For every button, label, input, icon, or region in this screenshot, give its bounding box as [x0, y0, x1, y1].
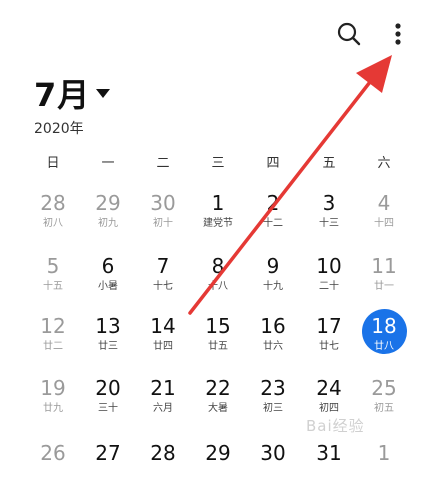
day-number: 5 [46, 254, 60, 278]
day-cell[interactable]: 23 初三 [246, 370, 300, 424]
day-number: 3 [322, 191, 336, 215]
day-number: 14 [150, 314, 176, 338]
day-number: 16 [260, 314, 286, 338]
day-cell[interactable]: 26 [26, 435, 80, 489]
day-cell[interactable]: 17 廿七 [302, 308, 356, 362]
lunar-date: 大暑 [208, 403, 228, 414]
day-cell[interactable]: 15 廿五 [191, 308, 245, 362]
day-cell[interactable]: 30 [246, 435, 300, 489]
day-number: 17 [316, 314, 342, 338]
lunar-date: 初九 [98, 218, 118, 229]
lunar-date: 廿五 [208, 341, 228, 352]
lunar-date: 十八 [208, 281, 228, 292]
day-cell[interactable]: 21 六月 [136, 370, 190, 424]
day-number: 8 [211, 254, 225, 278]
day-cell[interactable]: 29 [191, 435, 245, 489]
day-number: 30 [150, 191, 176, 215]
lunar-date: 十九 [263, 281, 283, 292]
day-cell[interactable]: 3 十三 [302, 185, 356, 239]
day-cell[interactable]: 14 廿四 [136, 308, 190, 362]
day-number: 7 [156, 254, 170, 278]
day-number: 4 [377, 191, 391, 215]
day-cell[interactable]: 1 建党节 [191, 185, 245, 239]
lunar-date: 廿七 [319, 341, 339, 352]
lunar-date: 初四 [319, 403, 339, 414]
day-number: 9 [266, 254, 280, 278]
day-cell[interactable]: 29 初九 [81, 185, 135, 239]
day-number: 28 [150, 441, 176, 465]
day-number: 26 [40, 441, 66, 465]
day-cell[interactable]: 2 十二 [246, 185, 300, 239]
watermark: Bai经验 [306, 417, 365, 435]
day-cell[interactable]: 31 [302, 435, 356, 489]
day-cell[interactable]: 28 [136, 435, 190, 489]
lunar-date: 廿一 [374, 281, 394, 292]
lunar-date: 廿四 [153, 341, 173, 352]
day-number: 24 [316, 376, 342, 400]
day-cell[interactable]: 13 廿三 [81, 308, 135, 362]
day-cell[interactable]: 4 十四 [357, 185, 411, 239]
day-cell-today[interactable]: 18 廿八 [357, 308, 411, 362]
lunar-date: 十二 [263, 218, 283, 229]
day-number: 29 [95, 191, 121, 215]
lunar-date: 廿三 [98, 341, 118, 352]
day-cell[interactable]: 6 小暑 [81, 248, 135, 302]
day-cell[interactable]: 11 廿一 [357, 248, 411, 302]
day-number: 21 [150, 376, 176, 400]
lunar-date: 十三 [319, 218, 339, 229]
lunar-date: 廿六 [263, 341, 283, 352]
day-cell[interactable]: 7 十七 [136, 248, 190, 302]
day-cell[interactable]: 12 廿二 [26, 308, 80, 362]
day-number: 29 [205, 441, 231, 465]
lunar-date: 廿八 [374, 341, 394, 352]
lunar-date: 二十 [319, 281, 339, 292]
day-number: 25 [371, 376, 397, 400]
day-number: 2 [266, 191, 280, 215]
lunar-date: 十七 [153, 281, 173, 292]
lunar-date: 十四 [374, 218, 394, 229]
day-number: 19 [40, 376, 66, 400]
lunar-date: 廿九 [43, 403, 63, 414]
day-cell[interactable]: 8 十八 [191, 248, 245, 302]
day-cell[interactable]: 20 三十 [81, 370, 135, 424]
day-number: 23 [260, 376, 286, 400]
day-number: 20 [95, 376, 121, 400]
day-cell[interactable]: 16 廿六 [246, 308, 300, 362]
calendar-grid: 28 初八 29 初九 30 初十 1 建党节 2 十二 3 十三 4 十四 5 十五 6 小暑 7 十七 8 十八 9 十九… [0, 0, 438, 464]
lunar-date: 建党节 [203, 218, 233, 229]
day-cell[interactable]: 28 初八 [26, 185, 80, 239]
lunar-date: 初十 [153, 218, 173, 229]
day-cell[interactable]: 27 [81, 435, 135, 489]
day-cell[interactable]: 30 初十 [136, 185, 190, 239]
lunar-date: 初三 [263, 403, 283, 414]
day-number: 6 [101, 254, 115, 278]
day-cell[interactable]: 10 二十 [302, 248, 356, 302]
day-number: 11 [371, 254, 397, 278]
day-cell[interactable]: 22 大暑 [191, 370, 245, 424]
day-cell[interactable]: 19 廿九 [26, 370, 80, 424]
lunar-date: 六月 [153, 403, 173, 414]
day-cell[interactable]: 9 十九 [246, 248, 300, 302]
day-number: 13 [95, 314, 121, 338]
lunar-date: 廿二 [43, 341, 63, 352]
lunar-date: 三十 [98, 403, 118, 414]
day-number: 22 [205, 376, 231, 400]
day-number: 15 [205, 314, 231, 338]
day-number: 28 [40, 191, 66, 215]
day-cell[interactable]: 1 [357, 435, 411, 489]
day-number: 27 [95, 441, 121, 465]
lunar-date: 初八 [43, 218, 63, 229]
day-number: 30 [260, 441, 286, 465]
lunar-date: 初五 [374, 403, 394, 414]
day-number: 18 [371, 314, 397, 338]
day-number: 12 [40, 314, 66, 338]
day-number: 1 [377, 441, 391, 465]
lunar-date: 小暑 [98, 281, 118, 292]
day-number: 31 [316, 441, 342, 465]
day-number: 1 [211, 191, 225, 215]
day-cell[interactable]: 5 十五 [26, 248, 80, 302]
day-number: 10 [316, 254, 342, 278]
lunar-date: 十五 [43, 281, 63, 292]
